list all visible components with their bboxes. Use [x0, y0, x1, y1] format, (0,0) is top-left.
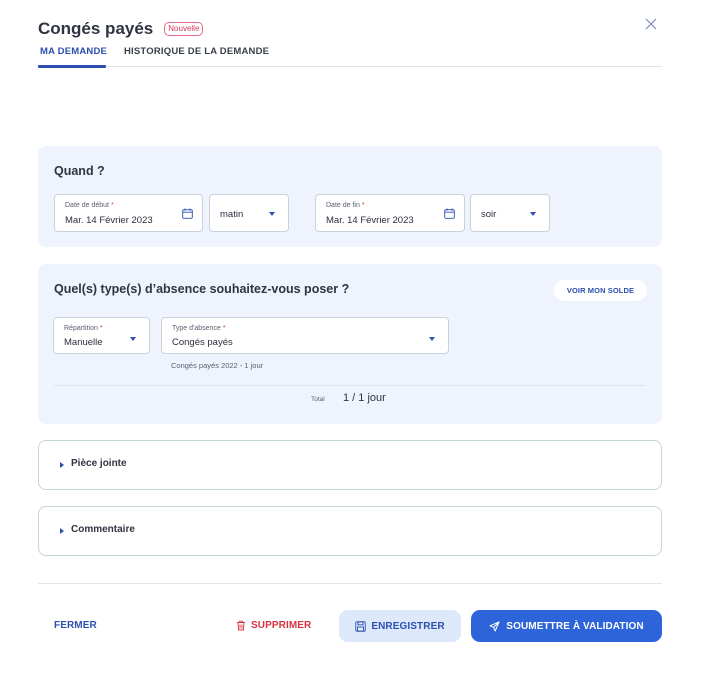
- submit-button[interactable]: SOUMETTRE À VALIDATION: [471, 610, 662, 642]
- absence-type-card: Quel(s) type(s) d’absence souhaitez-vous…: [38, 264, 662, 424]
- start-date-label: Date de début *: [65, 202, 114, 209]
- view-balance-button[interactable]: VOIR MON SOLDE: [554, 280, 647, 301]
- chevron-down-icon: [130, 337, 136, 341]
- repartition-select[interactable]: Répartition * Manuelle: [53, 317, 150, 354]
- end-date-field[interactable]: Date de fin * Mar. 14 Février 2023: [315, 194, 465, 232]
- total-label: Total: [311, 396, 325, 403]
- title-row: Congés payés Nouvelle: [38, 18, 662, 40]
- chevron-right-icon: [60, 528, 64, 534]
- delete-button[interactable]: SUPPRIMER: [236, 620, 311, 631]
- submit-label: SOUMETTRE À VALIDATION: [506, 620, 644, 632]
- tab-bar: MA DEMANDE HISTORIQUE DE LA DEMANDE: [38, 44, 662, 68]
- end-date-label: Date de fin *: [326, 202, 365, 209]
- tab-label: MA DEMANDE: [40, 46, 108, 57]
- chevron-down-icon: [429, 337, 435, 341]
- tab-historique[interactable]: HISTORIQUE DE LA DEMANDE: [124, 46, 269, 57]
- when-card: Quand ? Date de début * Mar. 14 Février …: [38, 146, 662, 247]
- absence-type-label: Type d'absence *: [172, 325, 226, 332]
- when-title: Quand ?: [54, 164, 105, 178]
- absence-type-select[interactable]: Type d'absence * Congés payés: [161, 317, 449, 354]
- tab-ma-demande[interactable]: MA DEMANDE: [40, 46, 107, 57]
- footer-divider: [38, 583, 662, 584]
- balance-hint: Congés payés 2022 - 1 jour: [171, 361, 264, 370]
- calendar-icon[interactable]: [182, 208, 193, 219]
- close-button[interactable]: FERMER: [54, 620, 97, 631]
- repartition-value: Manuelle: [64, 337, 103, 348]
- repartition-label: Répartition *: [64, 325, 103, 332]
- send-icon: [489, 621, 500, 631]
- delete-label: SUPPRIMER: [251, 620, 312, 631]
- save-label: ENREGISTRER: [371, 620, 445, 632]
- status-badge: Nouvelle: [164, 22, 204, 36]
- dialog-header: Congés payés Nouvelle: [38, 18, 662, 40]
- end-date-value: Mar. 14 Février 2023: [326, 215, 414, 226]
- close-icon[interactable]: [643, 16, 659, 32]
- start-date-value: Mar. 14 Février 2023: [65, 215, 153, 226]
- comment-label: Commentaire: [71, 524, 135, 535]
- chevron-down-icon: [269, 212, 275, 216]
- save-button[interactable]: ENREGISTRER: [339, 610, 461, 642]
- chevron-down-icon: [530, 212, 536, 216]
- trash-icon: [237, 620, 245, 631]
- absence-type-value: Congés payés: [172, 337, 233, 348]
- calendar-icon[interactable]: [444, 208, 455, 219]
- end-period-value: soir: [481, 209, 497, 220]
- active-tab-indicator: [38, 65, 106, 68]
- start-period-value: matin: [220, 209, 244, 220]
- tab-label: HISTORIQUE DE LA DEMANDE: [124, 46, 270, 57]
- comment-section[interactable]: Commentaire: [38, 506, 662, 556]
- attachment-section[interactable]: Pièce jointe: [38, 440, 662, 490]
- start-date-field[interactable]: Date de début * Mar. 14 Février 2023: [54, 194, 203, 232]
- chevron-right-icon: [60, 462, 64, 468]
- absence-title: Quel(s) type(s) d’absence souhaitez-vous…: [54, 282, 350, 296]
- total-value: 1 / 1 jour: [343, 392, 386, 404]
- page-title: Congés payés: [38, 19, 154, 38]
- save-icon: [355, 620, 366, 632]
- start-period-select[interactable]: matin: [209, 194, 289, 232]
- attachment-label: Pièce jointe: [71, 458, 127, 469]
- divider: [54, 385, 646, 386]
- end-period-select[interactable]: soir: [470, 194, 550, 232]
